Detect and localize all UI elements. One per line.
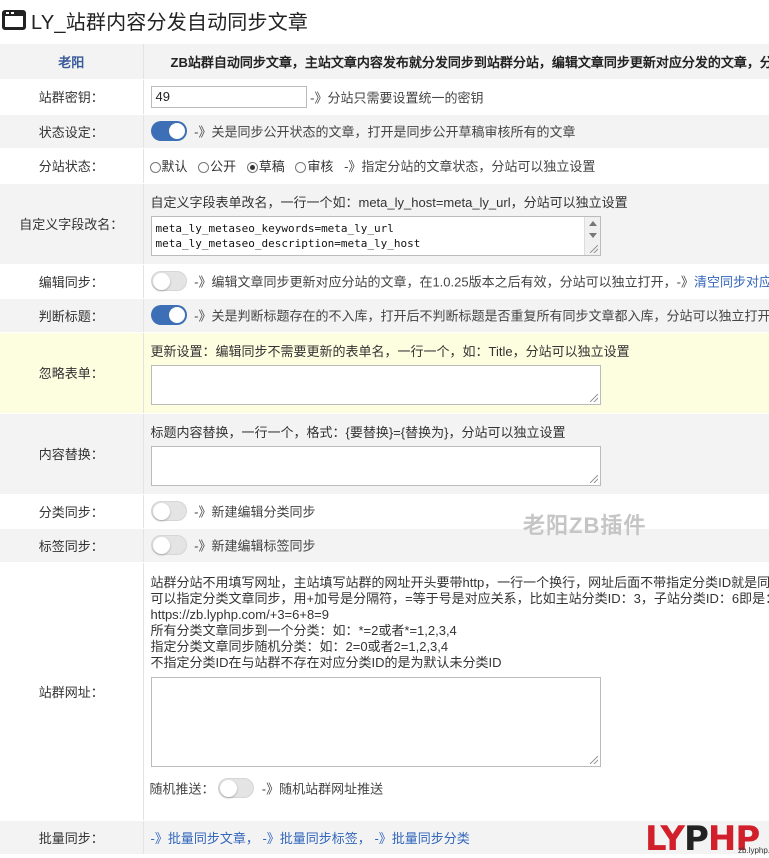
scroll-up-icon[interactable] xyxy=(588,221,597,226)
tag-sync-label: 标签同步： xyxy=(0,528,143,563)
page-title: LY_站群内容分发自动同步文章 xyxy=(31,11,309,34)
row-content-replace: 内容替换： 标题内容替换，一行一个，格式：{要替换}={替换为}，分站可以独立设… xyxy=(0,413,769,495)
site-url-help: 站群分站不用填写网址，主站填写站群的网址开头要带http，一行一个换行，网址后面… xyxy=(150,574,769,590)
radio-review-circle[interactable] xyxy=(295,162,307,174)
row-edit-sync: 编辑同步： -》编辑文章同步更新对应分站的文章，在1.0.25版本之后有效，分站… xyxy=(0,264,769,299)
content-replace-hint: 标题内容替换，一行一个，格式：{要替换}={替换为}，分站可以独立设置 xyxy=(150,424,566,440)
scroll-down-icon[interactable] xyxy=(588,233,597,238)
batch-sync-label: 批量同步： xyxy=(0,820,143,855)
window-icon xyxy=(2,10,26,30)
radio-default-label: 默认 xyxy=(161,159,188,174)
site-url-help: https://zb.lyphp.com/+3=6+8=9 xyxy=(150,606,330,622)
lyphp-logo-sub: zb.lyphp.com xyxy=(738,846,769,855)
title-check-toggle[interactable] xyxy=(150,305,187,325)
resize-grip-icon[interactable] xyxy=(589,474,598,483)
batch-sync-categories-link[interactable]: -》批量同步分类 xyxy=(374,831,469,846)
random-push-label: 随机推送： xyxy=(149,781,215,796)
row-tag-sync: 标签同步： -》新建编辑标签同步 xyxy=(0,528,769,563)
tag-sync-toggle[interactable] xyxy=(150,535,187,555)
radio-default-circle[interactable] xyxy=(149,162,161,174)
radio-public-label: 公开 xyxy=(210,159,237,174)
title-bar: LY_站群内容分发自动同步文章 xyxy=(0,0,769,40)
status-hint: -》关是同步公开状态的文章，打开是同步公开草稿审核所有的文章 xyxy=(194,124,576,140)
batch-sync-tags-link[interactable]: -》批量同步标签， xyxy=(262,831,370,846)
radio-draft-circle[interactable] xyxy=(246,162,258,174)
site-key-input[interactable]: 49 xyxy=(150,85,307,108)
status-label: 状态设定： xyxy=(0,114,143,149)
row-site-key: 站群密钥： 49 -》分站只需要设置统一的密钥 xyxy=(0,79,769,115)
row-ignore-form: 忽略表单： 更新设置：编辑同步不需要更新的表单名，一行一个，如：Title，分站… xyxy=(0,332,769,414)
resize-grip-icon[interactable] xyxy=(589,245,598,253)
site-url-help: 不指定分类ID在与站群不存在对应分类ID的是为默认未分类ID xyxy=(150,654,502,670)
watermark-text: 老阳ZB插件 xyxy=(523,513,647,538)
row-custom-field: 自定义字段改名： 自定义字段表单改名，一行一个如：meta_ly_host=me… xyxy=(0,183,769,265)
radio-draft[interactable]: 草稿 xyxy=(246,159,285,174)
category-sync-hint: -》新建编辑分类同步 xyxy=(194,504,316,520)
random-push-line: 随机推送： -》随机站群网址推送 xyxy=(149,777,769,798)
settings-table: 老阳 ZB站群自动同步文章，主站文章内容发布就分发同步到站群分站，编辑文章同步更… xyxy=(0,44,769,855)
radio-default[interactable]: 默认 xyxy=(149,159,188,174)
row-title-check: 判断标题： -》关是判断标题存在的不入库，打开后不判断标题是否重复所有同步文章都… xyxy=(0,298,769,333)
custom-field-label: 自定义字段改名： xyxy=(0,183,143,265)
random-push-toggle[interactable] xyxy=(218,777,255,798)
custom-field-line: meta_ly_metaseo_keywords=meta_ly_url xyxy=(155,222,394,235)
radio-review[interactable]: 审核 xyxy=(295,159,333,174)
resize-grip-icon[interactable] xyxy=(589,393,598,402)
custom-field-textarea[interactable]: meta_ly_metaseo_keywords=meta_ly_url met… xyxy=(150,216,601,256)
content-replace-label: 内容替换： xyxy=(0,413,143,495)
custom-field-line: meta_ly_metaseo_description=meta_ly_host xyxy=(155,237,421,250)
radio-review-label: 审核 xyxy=(307,159,334,174)
status-toggle[interactable] xyxy=(150,121,187,141)
branch-status-label: 分站状态： xyxy=(0,148,143,184)
radio-public[interactable]: 公开 xyxy=(198,159,236,174)
branch-status-hint: -》指定分站的文章状态，分站可以独立设置 xyxy=(344,159,596,174)
edit-sync-hint: -》编辑文章同步更新对应分站的文章，在1.0.25版本之后有效，分站可以独立打开… xyxy=(194,274,694,290)
header-row: 老阳 ZB站群自动同步文章，主站文章内容发布就分发同步到站群分站，编辑文章同步更… xyxy=(0,44,769,80)
site-url-help: 可以指定分类文章同步，用+加号是分隔符，=等于号是对应关系，比如主站分类ID：3… xyxy=(150,590,769,606)
row-site-url: 站群网址： 站群分站不用填写网址，主站填写站群的网址开头要带http，一行一个换… xyxy=(0,562,769,821)
ignore-form-textarea[interactable] xyxy=(150,364,601,405)
edit-sync-toggle[interactable] xyxy=(150,271,187,291)
title-check-hint: -》关是判断标题存在的不入库，打开后不判断标题是否重复所有同步文章都入库，分站可… xyxy=(194,308,769,324)
site-url-textarea[interactable] xyxy=(150,676,601,767)
site-url-help: 所有分类文章同步到一个分类：如：*=2或者*=1,2,3,4 xyxy=(150,622,457,638)
ignore-form-hint: 更新设置：编辑同步不需要更新的表单名，一行一个，如：Title，分站可以独立设置 xyxy=(150,343,630,359)
clear-sync-record-link[interactable]: 清空同步对应记 xyxy=(694,275,769,290)
random-push-hint: -》随机站群网址推送 xyxy=(261,781,384,796)
header-label: 老阳 xyxy=(0,44,143,80)
title-check-label: 判断标题： xyxy=(0,298,143,333)
radio-public-circle[interactable] xyxy=(198,162,210,174)
row-category-sync: 分类同步： -》新建编辑分类同步 xyxy=(0,494,769,529)
batch-sync-articles-link[interactable]: -》批量同步文章， xyxy=(151,831,259,846)
site-url-help: 指定分类文章同步随机分类：如：2=0或者2=1,2,3,4 xyxy=(150,638,449,654)
tag-sync-hint: -》新建编辑标签同步 xyxy=(194,538,316,554)
row-branch-status: 分站状态： 默认 公开 草稿 审核 -》指定分站的文章状态，分站可以独立设置 xyxy=(0,148,769,184)
category-sync-label: 分类同步： xyxy=(0,494,143,529)
resize-grip-icon[interactable] xyxy=(589,755,598,764)
row-status: 状态设定： -》关是同步公开状态的文章，打开是同步公开草稿审核所有的文章 xyxy=(0,114,769,149)
radio-draft-label: 草稿 xyxy=(258,159,285,174)
edit-sync-label: 编辑同步： xyxy=(0,264,143,299)
custom-field-hint: 自定义字段表单改名，一行一个如：meta_ly_host=meta_ly_url… xyxy=(150,195,628,210)
category-sync-toggle[interactable] xyxy=(150,501,187,521)
header-description: ZB站群自动同步文章，主站文章内容发布就分发同步到站群分站，编辑文章同步更新对应… xyxy=(142,44,769,80)
ignore-form-label: 忽略表单： xyxy=(0,332,143,414)
site-key-label: 站群密钥： xyxy=(0,79,143,115)
site-key-hint: -》分站只需要设置统一的密钥 xyxy=(310,90,484,105)
content-replace-textarea[interactable] xyxy=(150,445,601,486)
site-url-label: 站群网址： xyxy=(0,562,143,821)
